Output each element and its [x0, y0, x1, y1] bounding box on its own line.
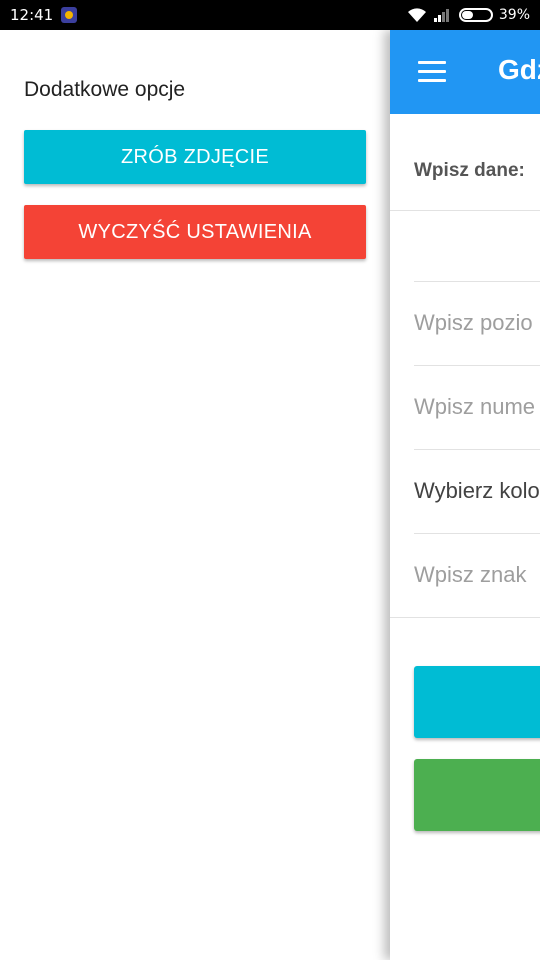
divider: [414, 281, 540, 282]
secondary-action-button[interactable]: [414, 759, 540, 831]
number-input[interactable]: Wpisz nume: [414, 394, 535, 420]
primary-action-button[interactable]: [414, 666, 540, 738]
status-bar: 12:41 39%: [0, 0, 540, 30]
app-bar: Gdz: [390, 30, 540, 114]
divider: [390, 617, 540, 618]
app-title: Gdz: [498, 54, 540, 85]
clear-settings-button[interactable]: WYCZYŚĆ USTAWIENIA: [24, 205, 366, 259]
form-label: Wpisz dane:: [414, 160, 525, 181]
take-photo-button[interactable]: ZRÓB ZDJĘCIE: [24, 130, 366, 184]
navigation-drawer: Dodatkowe opcje ZRÓB ZDJĘCIE WYCZYŚĆ UST…: [0, 30, 390, 960]
wifi-icon: [407, 8, 426, 22]
battery-icon: [458, 8, 493, 22]
color-select[interactable]: Wybierz kolo: [414, 478, 540, 504]
divider: [414, 365, 540, 366]
notification-app-icon: [61, 7, 78, 23]
sign-input[interactable]: Wpisz znak: [414, 562, 526, 588]
divider: [390, 210, 540, 211]
status-time: 12:41: [10, 6, 54, 24]
level-input[interactable]: Wpisz pozio: [414, 310, 533, 336]
divider: [414, 449, 540, 450]
main-content: Gdz Wpisz dane: Wpisz pozio Wpisz nume W…: [390, 30, 540, 960]
drawer-title: Dodatkowe opcje: [24, 78, 186, 101]
hamburger-menu-icon[interactable]: [418, 61, 446, 83]
signal-icon: [433, 9, 449, 22]
status-icons: 39%: [407, 7, 530, 23]
divider: [414, 533, 540, 534]
battery-percent: 39%: [498, 7, 530, 23]
